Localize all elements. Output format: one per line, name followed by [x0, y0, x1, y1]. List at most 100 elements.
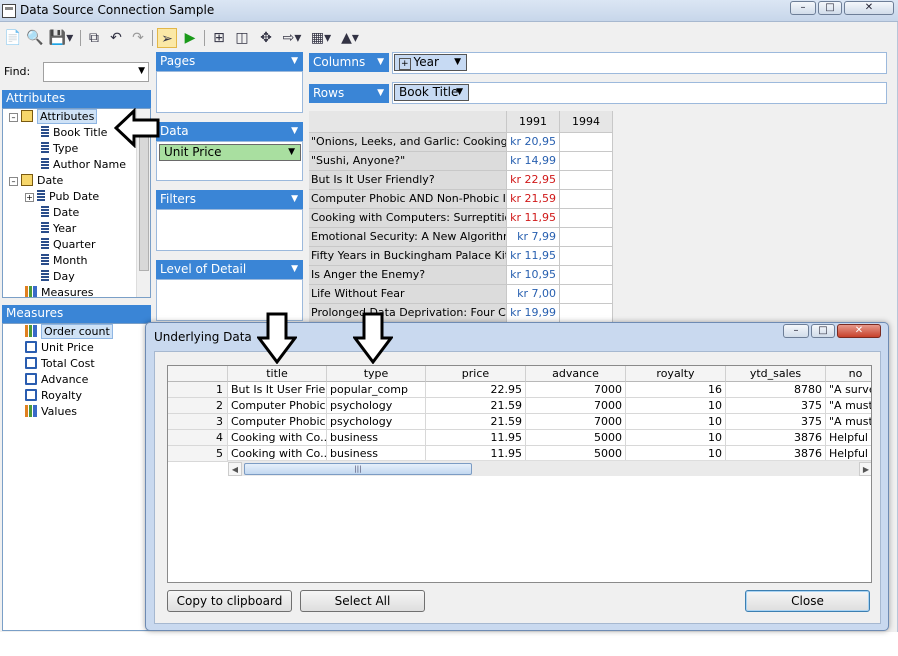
chevron-down-icon[interactable]: ▼	[454, 55, 461, 70]
column-header[interactable]: type	[327, 366, 426, 382]
table-cell[interactable]: But Is It User Frie...	[228, 382, 327, 398]
collapse-icon[interactable]: –	[9, 177, 18, 186]
pivot-row-header[interactable]: "Sushi, Anyone?"	[309, 152, 507, 171]
table-cell[interactable]: Cooking with Co...	[228, 430, 327, 446]
pivot-row-header[interactable]: Cooking with Computers: Surreptitiou...	[309, 209, 507, 228]
chevron-down-icon[interactable]: ▼	[138, 66, 145, 76]
pivot-row-header[interactable]: Emotional Security: A New Algorithm	[309, 228, 507, 247]
expand-icon[interactable]: +	[25, 193, 34, 202]
data-shelf[interactable]: Unit Price ▼	[156, 141, 303, 181]
tree-item-type[interactable]: Type	[41, 142, 78, 156]
chevron-down-icon[interactable]: ▼	[456, 85, 463, 100]
pivot-icon[interactable]: ➢	[157, 28, 177, 48]
pivot-empty-cell[interactable]	[560, 209, 613, 228]
tree-item-year[interactable]: Year	[41, 222, 76, 236]
horizontal-scrollbar[interactable]: ◀ ||| ▶	[228, 460, 871, 476]
columns-shelf[interactable]: + Year ▼	[392, 52, 887, 74]
close-button[interactable]: ✕	[844, 1, 894, 15]
select-all-button[interactable]: Select All	[300, 590, 425, 612]
table-cell[interactable]: "A surve	[826, 382, 871, 398]
table-cell[interactable]: popular_comp	[327, 382, 426, 398]
column-icon[interactable]: ◫	[232, 28, 252, 48]
tree-item-date[interactable]: Date	[41, 206, 79, 220]
rows-shelf[interactable]: Book Title ▼	[392, 82, 887, 104]
chevron-down-icon[interactable]: ▼	[288, 145, 295, 160]
copy-to-clipboard-button[interactable]: Copy to clipboard	[167, 590, 292, 612]
row-number[interactable]: 2	[168, 398, 228, 414]
tree-item-total-cost[interactable]: Total Cost	[25, 357, 95, 371]
new-icon[interactable]: 📄	[3, 28, 23, 48]
table-cell[interactable]: 375	[726, 398, 826, 414]
pivot-value-cell[interactable]: kr 21,59	[507, 190, 560, 209]
pivot-row-header[interactable]: "Onions, Leeks, and Garlic: Cooking...	[309, 133, 507, 152]
chevron-down-icon[interactable]: ▼	[291, 122, 298, 140]
pivot-empty-cell[interactable]	[560, 133, 613, 152]
level-of-detail-shelf-header[interactable]: Level of Detail ▼	[156, 260, 303, 279]
row-number[interactable]: 1	[168, 382, 228, 398]
column-header[interactable]: ytd_sales	[726, 366, 826, 382]
pivot-row-header[interactable]: But Is It User Friendly?	[309, 171, 507, 190]
row-number[interactable]: 5	[168, 446, 228, 462]
pivot-row-header[interactable]: Is Anger the Enemy?	[309, 266, 507, 285]
chevron-down-icon[interactable]: ▼	[291, 52, 298, 70]
table-cell[interactable]: 8780	[726, 382, 826, 398]
tree-item-values[interactable]: Values	[25, 405, 77, 419]
table-cell[interactable]: 21.59	[426, 398, 526, 414]
tree-item-quarter[interactable]: Quarter	[41, 238, 96, 252]
pivot-row-header[interactable]: Fifty Years in Buckingham Palace Kitc...	[309, 247, 507, 266]
data-field-unit-price[interactable]: Unit Price ▼	[159, 144, 301, 161]
table-cell[interactable]: Computer Phobic...	[228, 398, 327, 414]
pivot-empty-cell[interactable]	[560, 266, 613, 285]
layout-icon[interactable]: ▦▾	[308, 28, 334, 48]
measures-tree[interactable]: Order count Unit Price Total Cost Advanc…	[2, 323, 151, 631]
table-cell[interactable]: 10	[626, 414, 726, 430]
pivot-empty-cell[interactable]	[560, 190, 613, 209]
tree-item-month[interactable]: Month	[41, 254, 87, 268]
tree-item-day[interactable]: Day	[41, 270, 75, 284]
pivot-col-header[interactable]: 1994	[560, 111, 613, 133]
row-number[interactable]: 3	[168, 414, 228, 430]
tree-item-royalty[interactable]: Royalty	[25, 389, 82, 403]
table-cell[interactable]: psychology	[327, 414, 426, 430]
scroll-left-icon[interactable]: ◀	[228, 462, 242, 476]
columns-shelf-header[interactable]: Columns ▼	[309, 53, 389, 72]
pivot-value-cell[interactable]: kr 20,95	[507, 133, 560, 152]
pivot-value-cell[interactable]: kr 7,99	[507, 228, 560, 247]
chevron-down-icon[interactable]: ▼	[291, 260, 298, 278]
minimize-button[interactable]: –	[790, 1, 816, 15]
column-header[interactable]: advance	[526, 366, 626, 382]
redo-icon[interactable]: ↷	[128, 28, 148, 48]
pivot-empty-cell[interactable]	[560, 171, 613, 190]
maximize-button[interactable]: □	[818, 1, 842, 15]
pivot-value-cell[interactable]: kr 22,95	[507, 171, 560, 190]
pivot-value-cell[interactable]: kr 10,95	[507, 266, 560, 285]
tree-item-author-name[interactable]: Author Name	[41, 158, 126, 172]
table-cell[interactable]: psychology	[327, 398, 426, 414]
run-icon[interactable]: ▶	[180, 28, 200, 48]
tree-item-order-count[interactable]: Order count	[25, 324, 113, 339]
move-icon[interactable]: ✥	[256, 28, 276, 48]
scroll-right-icon[interactable]: ▶	[859, 462, 871, 476]
expand-icon[interactable]: +	[399, 58, 411, 70]
pivot-empty-cell[interactable]	[560, 152, 613, 171]
filters-shelf-header[interactable]: Filters ▼	[156, 190, 303, 209]
undo-icon[interactable]: ↶	[106, 28, 126, 48]
find-combobox[interactable]: ▼	[43, 62, 149, 82]
tree-item-attributes[interactable]: – Attributes	[9, 109, 98, 124]
pages-shelf-header[interactable]: Pages ▼	[156, 52, 303, 71]
pivot-value-cell[interactable]: kr 19,99	[507, 304, 560, 323]
column-header[interactable]: title	[228, 366, 327, 382]
column-header[interactable]: no	[826, 366, 871, 382]
table-cell[interactable]: 7000	[526, 382, 626, 398]
data-shelf-header[interactable]: Data ▼	[156, 122, 303, 141]
chart-icon[interactable]: ▲▾	[337, 28, 363, 48]
table-cell[interactable]: 16	[626, 382, 726, 398]
table-cell[interactable]: 22.95	[426, 382, 526, 398]
chevron-down-icon[interactable]: ▼	[377, 53, 384, 71]
pivot-value-cell[interactable]: kr 11,95	[507, 209, 560, 228]
table-cell[interactable]: 11.95	[426, 430, 526, 446]
tree-item-unit-price[interactable]: Unit Price	[25, 341, 94, 355]
table-cell[interactable]: Computer Phobic...	[228, 414, 327, 430]
table-cell[interactable]: 7000	[526, 398, 626, 414]
table-cell[interactable]: 3876	[726, 430, 826, 446]
